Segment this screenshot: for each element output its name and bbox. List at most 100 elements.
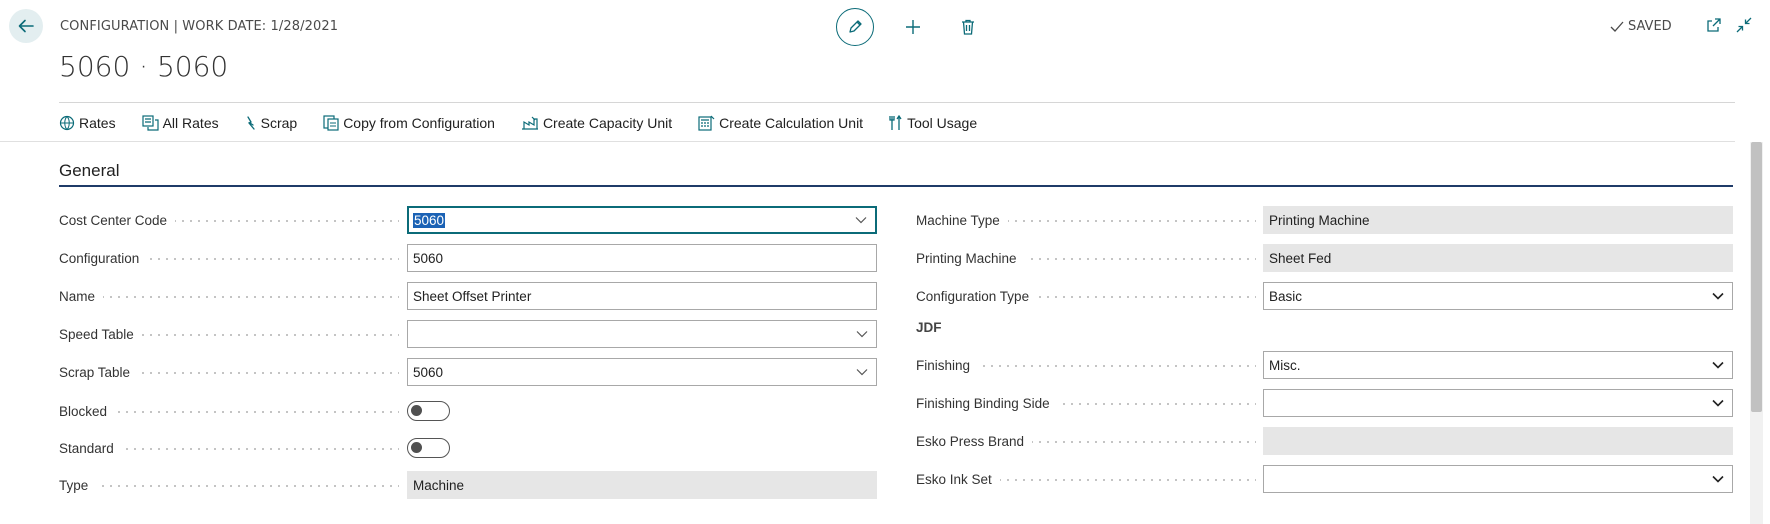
scrap-table-label: Scrap Table [59,364,139,380]
create-calculation-unit-label: Create Calculation Unit [719,115,864,131]
printing-machine-readonly: Sheet Fed [1263,244,1733,272]
create-capacity-unit-action[interactable]: Create Capacity Unit [521,115,672,131]
configuration-input[interactable]: 5060 [407,244,877,272]
section-underline [59,185,1733,187]
name-input[interactable]: Sheet Offset Printer [407,282,877,310]
speed-table-label: Speed Table [59,326,142,342]
rates-action[interactable]: Rates [59,115,116,131]
globe-rates-icon [59,115,75,131]
all-rates-icon [141,115,159,131]
finishing-binding-side-field-label: Finishing Binding Side [916,389,1256,417]
cost-center-code-select[interactable]: 5060 [407,206,877,234]
configuration-type-label: Configuration Type [916,288,1038,304]
saved-status: SAVED [1610,19,1672,34]
configuration-type-field-label: Configuration Type [916,282,1256,310]
tools-icon [889,115,902,130]
printing-machine-label: Printing Machine [916,250,1025,266]
printing-machine-value: Sheet Fed [1269,250,1332,266]
breadcrumb: CONFIGURATION | WORK DATE: 1/28/2021 [60,19,339,34]
rates-label: Rates [79,115,116,131]
scrap-table-field-label: Scrap Table [59,358,399,386]
scrap-table-select[interactable]: 5060 [407,358,877,386]
speed-table-field-label: Speed Table [59,320,399,348]
type-label: Type [59,477,97,493]
configuration-value: 5060 [413,250,444,266]
plus-icon [906,20,920,34]
esko-ink-set-select[interactable] [1263,465,1733,493]
name-value: Sheet Offset Printer [413,288,532,304]
collapse-icon[interactable] [1736,17,1752,33]
finishing-label: Finishing [916,357,979,373]
standard-label: Standard [59,440,122,456]
checkmark-icon [1610,21,1624,32]
new-button[interactable] [898,12,928,42]
scrap-icon [246,116,255,130]
blocked-field-label: Blocked [59,397,399,425]
header-divider [59,102,1735,103]
configuration-type-select[interactable]: Basic [1263,282,1733,310]
esko-ink-set-label: Esko Ink Set [916,471,1000,487]
window-controls [1706,17,1752,33]
all-rates-action[interactable]: All Rates [141,115,219,131]
printing-machine-field-label: Printing Machine [916,244,1256,272]
blocked-label: Blocked [59,403,116,419]
name-field-label: Name [59,282,399,310]
configuration-field-label: Configuration [59,244,399,272]
section-title-general[interactable]: General [59,161,119,181]
back-button[interactable] [9,9,43,43]
delete-button[interactable] [953,12,983,42]
chevron-down-icon [1712,399,1724,407]
toggle-knob [411,442,422,453]
tool-usage-action[interactable]: Tool Usage [889,115,977,131]
configuration-label: Configuration [59,250,148,266]
record-actions [836,8,983,46]
copy-icon [323,115,339,131]
esko-press-brand-readonly [1263,427,1733,455]
copy-from-configuration-action[interactable]: Copy from Configuration [323,115,495,131]
standard-field-label: Standard [59,434,399,462]
chevron-down-icon [856,369,868,376]
create-calculation-unit-action[interactable]: Create Calculation Unit [698,115,863,131]
saved-label: SAVED [1628,19,1672,34]
cost-center-code-label: Cost Center Code [59,212,176,228]
copy-from-configuration-label: Copy from Configuration [343,115,495,131]
calculator-icon [698,115,715,131]
name-label: Name [59,288,104,304]
machine-type-value: Printing Machine [1269,212,1370,228]
blocked-toggle[interactable] [407,401,450,421]
page-title: 5060 · 5060 [59,50,229,83]
type-value: Machine [413,477,465,493]
speed-table-select[interactable] [407,320,877,348]
finishing-value: Misc. [1269,357,1301,373]
open-new-window-icon[interactable] [1706,17,1722,33]
scrollbar-thumb[interactable] [1751,142,1762,412]
scrap-label: Scrap [260,115,298,131]
machine-type-readonly: Printing Machine [1263,206,1733,234]
esko-ink-set-field-label: Esko Ink Set [916,465,1256,493]
chevron-down-icon [1712,475,1724,483]
esko-press-brand-field-label: Esko Press Brand [916,427,1256,455]
chevron-down-icon [1712,361,1724,369]
pencil-icon [849,20,862,33]
arrow-left-icon [18,19,34,33]
chevron-down-icon [855,217,867,224]
toggle-knob [411,405,422,416]
machine-type-field-label: Machine Type [916,206,1256,234]
scrap-action[interactable]: Scrap [245,115,298,131]
finishing-binding-side-select[interactable] [1263,389,1733,417]
finishing-field-label: Finishing [916,351,1256,379]
trash-icon [962,19,974,35]
all-rates-label: All Rates [162,115,219,131]
capacity-unit-icon [521,116,538,130]
toolbar-divider [0,141,1735,142]
jdf-subheading: JDF [916,320,942,335]
type-readonly: Machine [407,471,877,499]
cost-center-code-field-label: Cost Center Code [59,206,399,234]
finishing-binding-side-label: Finishing Binding Side [916,395,1058,411]
standard-toggle[interactable] [407,438,450,458]
edit-button[interactable] [836,8,874,46]
finishing-select[interactable]: Misc. [1263,351,1733,379]
cost-center-code-value: 5060 [413,212,446,228]
chevron-down-icon [1712,292,1724,300]
machine-type-label: Machine Type [916,212,1008,228]
